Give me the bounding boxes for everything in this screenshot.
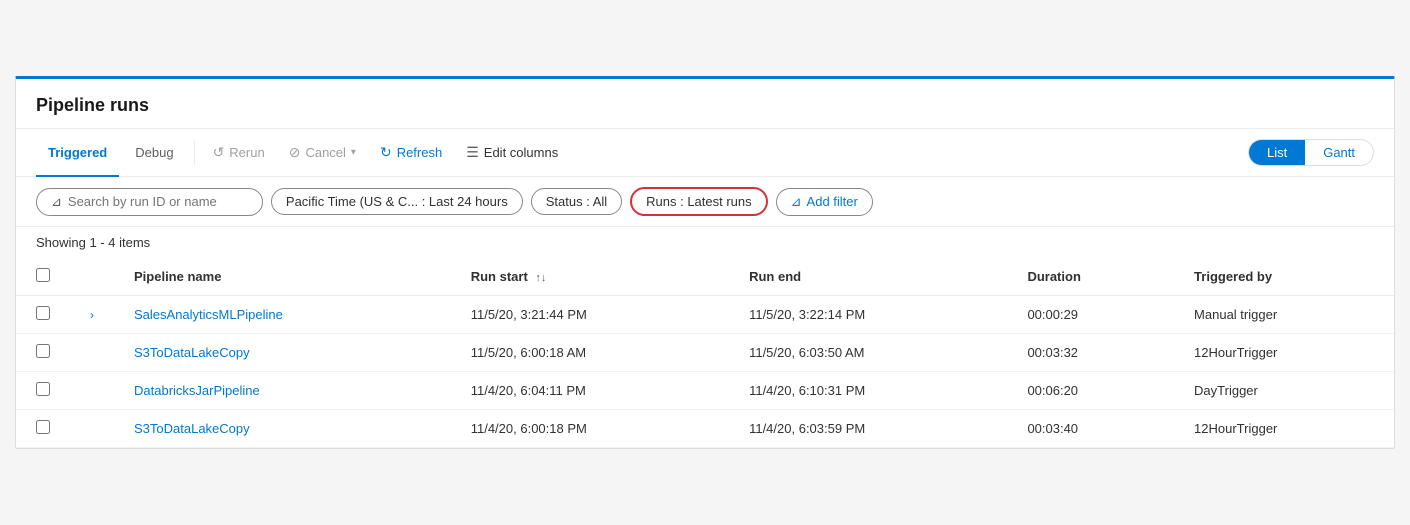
tab-debug[interactable]: Debug	[123, 137, 185, 168]
row-run-start: 11/4/20, 6:04:11 PM	[451, 372, 729, 410]
edit-columns-icon: ☰	[466, 144, 479, 161]
toolbar: Triggered Debug ↺ Rerun ⊘ Cancel ▾ ↻ Ref…	[16, 129, 1394, 177]
row-run-start: 11/5/20, 6:00:18 AM	[451, 334, 729, 372]
showing-text: Showing 1 - 4 items	[16, 227, 1394, 258]
row-run-end: 11/4/20, 6:10:31 PM	[729, 372, 1007, 410]
row-duration: 00:03:40	[1007, 410, 1174, 448]
row-duration: 00:03:32	[1007, 334, 1174, 372]
row-checkbox-cell	[16, 334, 70, 372]
header-run-start[interactable]: Run start ↑↓	[451, 258, 729, 296]
row-run-end: 11/4/20, 6:03:59 PM	[729, 410, 1007, 448]
row-triggered-by: Manual trigger	[1174, 296, 1394, 334]
header-run-end: Run end	[729, 258, 1007, 296]
header-duration: Duration	[1007, 258, 1174, 296]
table-row: DatabricksJarPipeline 11/4/20, 6:04:11 P…	[16, 372, 1394, 410]
table-row: › SalesAnalyticsMLPipeline 11/5/20, 3:21…	[16, 296, 1394, 334]
row-pipeline-name[interactable]: S3ToDataLakeCopy	[114, 410, 451, 448]
table-header: Pipeline name Run start ↑↓ Run end Durat…	[16, 258, 1394, 296]
cancel-icon: ⊘	[289, 144, 301, 161]
table-row: S3ToDataLakeCopy 11/5/20, 6:00:18 AM 11/…	[16, 334, 1394, 372]
search-filter[interactable]: ⊿	[36, 188, 263, 216]
row-expand-cell	[70, 334, 114, 372]
pipeline-link[interactable]: SalesAnalyticsMLPipeline	[134, 307, 283, 322]
page-title: Pipeline runs	[16, 79, 1394, 129]
header-pipeline-name: Pipeline name	[114, 258, 451, 296]
list-view-button[interactable]: List	[1249, 140, 1305, 165]
row-expand-cell	[70, 410, 114, 448]
expand-chevron[interactable]: ›	[90, 308, 94, 322]
header-triggered-by: Triggered by	[1174, 258, 1394, 296]
row-checkbox[interactable]	[36, 420, 50, 434]
row-triggered-by: 12HourTrigger	[1174, 410, 1394, 448]
row-checkbox[interactable]	[36, 306, 50, 320]
row-checkbox-cell	[16, 410, 70, 448]
cancel-button[interactable]: ⊘ Cancel ▾	[279, 138, 366, 167]
time-filter[interactable]: Pacific Time (US & C... : Last 24 hours	[271, 188, 523, 215]
table-body: › SalesAnalyticsMLPipeline 11/5/20, 3:21…	[16, 296, 1394, 448]
row-checkbox-cell	[16, 296, 70, 334]
status-filter[interactable]: Status : All	[531, 188, 622, 215]
row-duration: 00:00:29	[1007, 296, 1174, 334]
tab-divider	[194, 141, 195, 165]
row-run-start: 11/5/20, 3:21:44 PM	[451, 296, 729, 334]
row-duration: 00:06:20	[1007, 372, 1174, 410]
select-all-checkbox[interactable]	[36, 268, 50, 282]
header-expand-col	[70, 258, 114, 296]
filter-icon: ⊿	[51, 194, 62, 210]
row-expand-cell	[70, 372, 114, 410]
row-checkbox[interactable]	[36, 382, 50, 396]
pipeline-link[interactable]: DatabricksJarPipeline	[134, 383, 260, 398]
pipeline-link[interactable]: S3ToDataLakeCopy	[134, 421, 250, 436]
view-toggle: List Gantt	[1248, 139, 1374, 166]
header-checkbox-col	[16, 258, 70, 296]
add-filter-button[interactable]: ⊿ Add filter	[776, 188, 873, 216]
row-triggered-by: DayTrigger	[1174, 372, 1394, 410]
rerun-icon: ↺	[213, 144, 225, 161]
sort-icon: ↑↓	[535, 272, 546, 284]
row-run-end: 11/5/20, 3:22:14 PM	[729, 296, 1007, 334]
table-row: S3ToDataLakeCopy 11/4/20, 6:00:18 PM 11/…	[16, 410, 1394, 448]
row-pipeline-name[interactable]: SalesAnalyticsMLPipeline	[114, 296, 451, 334]
tab-triggered[interactable]: Triggered	[36, 137, 119, 168]
filter-bar: ⊿ Pacific Time (US & C... : Last 24 hour…	[16, 177, 1394, 227]
row-run-end: 11/5/20, 6:03:50 AM	[729, 334, 1007, 372]
row-pipeline-name[interactable]: DatabricksJarPipeline	[114, 372, 451, 410]
row-pipeline-name[interactable]: S3ToDataLakeCopy	[114, 334, 451, 372]
row-checkbox-cell	[16, 372, 70, 410]
row-triggered-by: 12HourTrigger	[1174, 334, 1394, 372]
pipeline-link[interactable]: S3ToDataLakeCopy	[134, 345, 250, 360]
row-run-start: 11/4/20, 6:00:18 PM	[451, 410, 729, 448]
rerun-button[interactable]: ↺ Rerun	[203, 138, 275, 167]
cancel-dropdown-icon: ▾	[351, 147, 356, 158]
add-filter-icon: ⊿	[791, 194, 802, 210]
row-checkbox[interactable]	[36, 344, 50, 358]
refresh-button[interactable]: ↻ Refresh	[370, 138, 452, 167]
edit-columns-button[interactable]: ☰ Edit columns	[456, 138, 568, 167]
gantt-view-button[interactable]: Gantt	[1305, 140, 1373, 165]
search-input[interactable]	[68, 194, 248, 209]
refresh-icon: ↻	[380, 144, 392, 161]
row-expand-cell[interactable]: ›	[70, 296, 114, 334]
runs-filter[interactable]: Runs : Latest runs	[630, 187, 768, 216]
runs-table: Pipeline name Run start ↑↓ Run end Durat…	[16, 258, 1394, 448]
